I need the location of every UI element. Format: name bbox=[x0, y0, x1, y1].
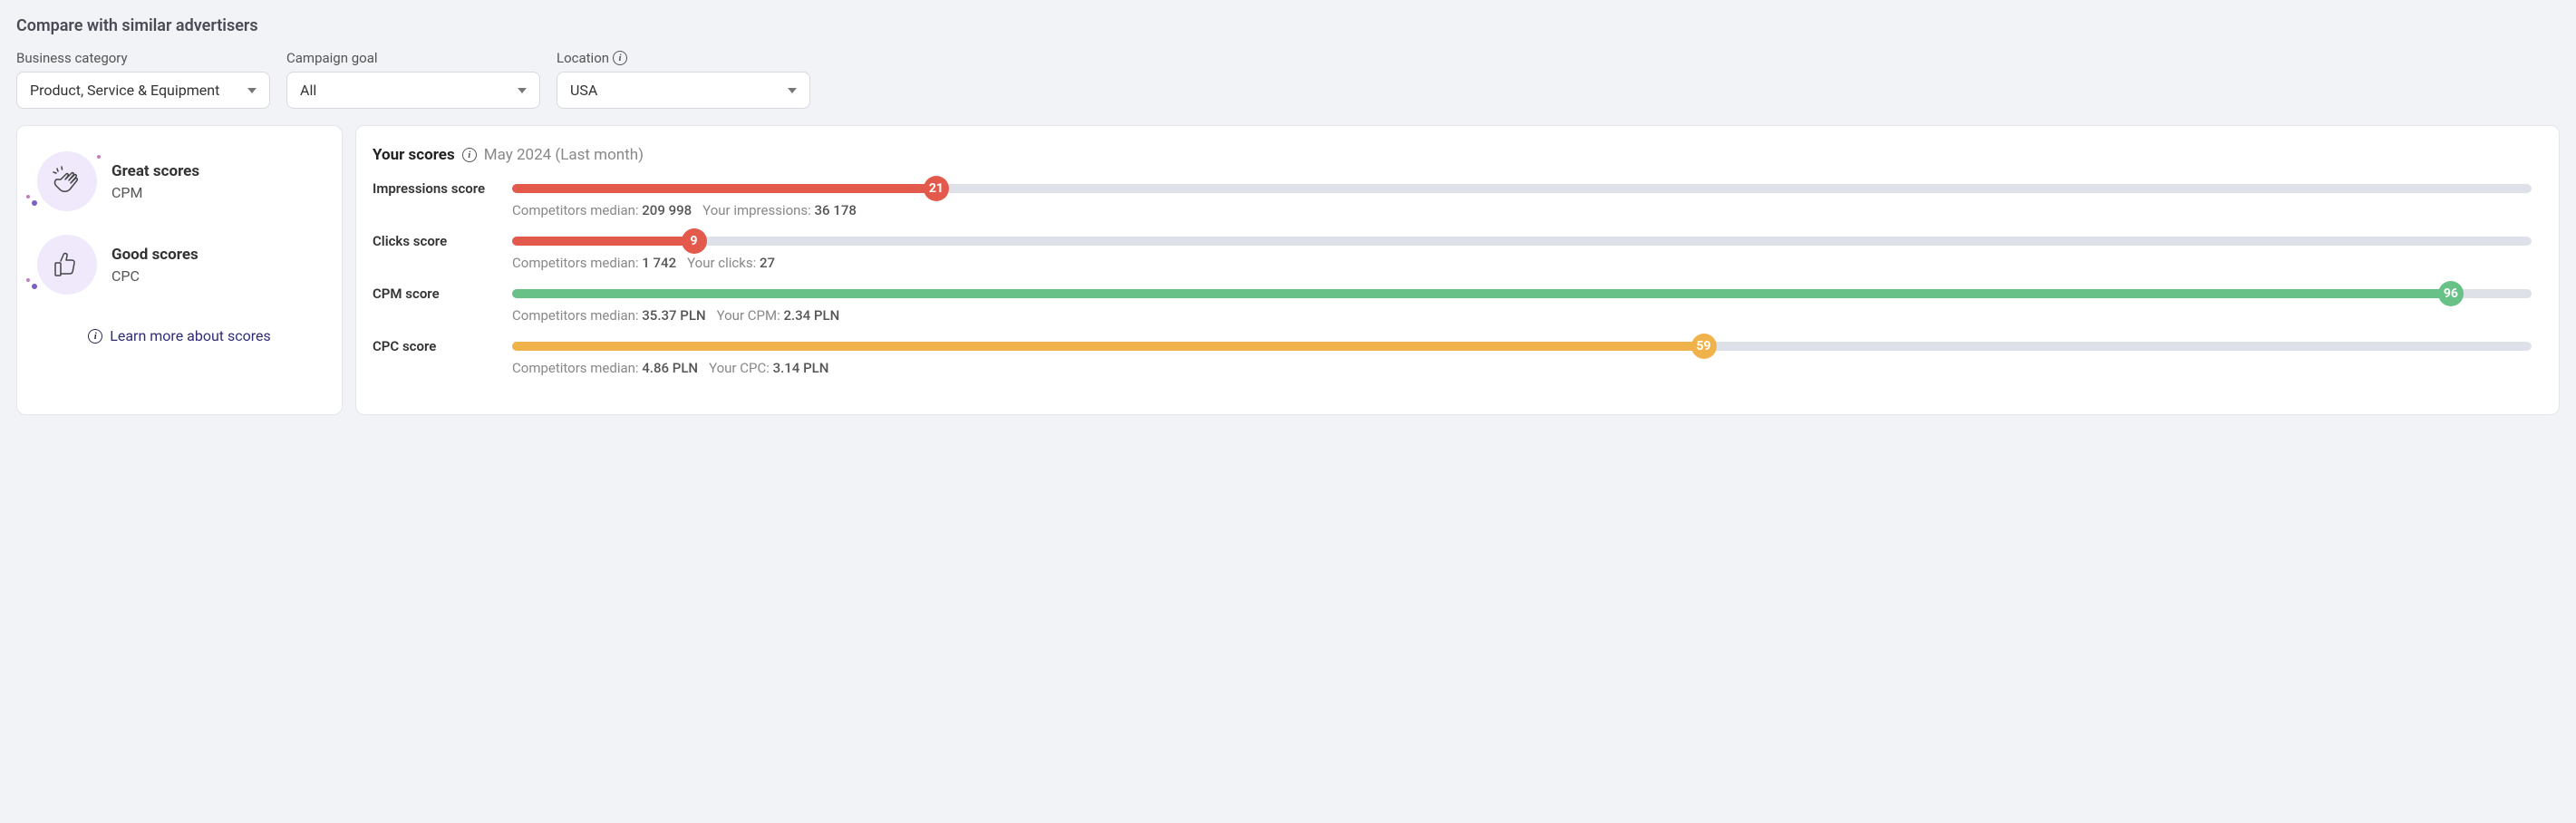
info-icon[interactable]: i bbox=[462, 148, 477, 162]
dropdown-value: All bbox=[300, 82, 316, 99]
score-bar-fill bbox=[512, 184, 936, 193]
score-bar-track: 59 bbox=[512, 342, 2532, 351]
score-row: CPC score 59 bbox=[373, 338, 2532, 354]
filter-label: Campaign goal bbox=[286, 50, 540, 66]
chevron-down-icon bbox=[518, 88, 527, 93]
great-scores-metrics: CPM bbox=[111, 184, 199, 201]
score-badge: 59 bbox=[1690, 334, 1716, 359]
scores-period: May 2024 (Last month) bbox=[484, 146, 644, 164]
score-bar-fill bbox=[512, 342, 1704, 351]
score-row: Impressions score 21 bbox=[373, 180, 2532, 197]
score-name: Clicks score bbox=[373, 233, 499, 249]
score-name: CPC score bbox=[373, 338, 499, 354]
score-bar-track: 21 bbox=[512, 184, 2532, 193]
score-row: CPM score 96 bbox=[373, 286, 2532, 302]
score-badge: 9 bbox=[682, 228, 707, 254]
score-name: Impressions score bbox=[373, 180, 499, 197]
score-bar-track: 9 bbox=[512, 237, 2532, 246]
filter-bar: Business category Product, Service & Equ… bbox=[16, 50, 2560, 109]
filter-campaign-goal: Campaign goal All bbox=[286, 50, 540, 109]
learn-more-link[interactable]: i Learn more about scores bbox=[37, 327, 322, 344]
score-summary-card: Great scores CPM Good scores CPC i Learn… bbox=[16, 125, 343, 415]
score-row: Clicks score 9 bbox=[373, 233, 2532, 249]
section-title: Compare with similar advertisers bbox=[16, 16, 2560, 35]
info-icon: i bbox=[88, 329, 102, 344]
info-icon[interactable]: i bbox=[613, 51, 627, 65]
good-scores-metrics: CPC bbox=[111, 267, 199, 285]
business-category-dropdown[interactable]: Product, Service & Equipment bbox=[16, 72, 270, 109]
filter-label-text: Location bbox=[557, 50, 609, 66]
good-scores-title: Good scores bbox=[111, 246, 199, 264]
great-scores-item: Great scores CPM bbox=[37, 151, 322, 211]
clap-icon bbox=[37, 151, 97, 211]
score-name: CPM score bbox=[373, 286, 499, 302]
chevron-down-icon bbox=[788, 88, 797, 93]
filter-business-category: Business category Product, Service & Equ… bbox=[16, 50, 270, 109]
thumbs-up-icon bbox=[37, 235, 97, 295]
filter-label: Location i bbox=[557, 50, 810, 66]
filter-label: Business category bbox=[16, 50, 270, 66]
location-dropdown[interactable]: USA bbox=[557, 72, 810, 109]
score-subtext: Competitors median: 209 998Your impressi… bbox=[512, 202, 2532, 218]
scores-card: Your scores i May 2024 (Last month) Impr… bbox=[355, 125, 2560, 415]
good-scores-item: Good scores CPC bbox=[37, 235, 322, 295]
score-bar-fill bbox=[512, 237, 694, 246]
great-scores-title: Great scores bbox=[111, 162, 199, 180]
campaign-goal-dropdown[interactable]: All bbox=[286, 72, 540, 109]
score-bar-track: 96 bbox=[512, 289, 2532, 298]
score-subtext: Competitors median: 4.86 PLNYour CPC: 3.… bbox=[512, 360, 2532, 376]
score-subtext: Competitors median: 35.37 PLNYour CPM: 2… bbox=[512, 307, 2532, 324]
dropdown-value: USA bbox=[570, 82, 597, 99]
score-badge: 21 bbox=[924, 176, 949, 201]
scores-header: Your scores i May 2024 (Last month) bbox=[373, 146, 2532, 164]
dropdown-value: Product, Service & Equipment bbox=[30, 82, 219, 99]
score-subtext: Competitors median: 1 742Your clicks: 27 bbox=[512, 255, 2532, 271]
score-bar-fill bbox=[512, 289, 2451, 298]
filter-location: Location i USA bbox=[557, 50, 810, 109]
learn-more-text: Learn more about scores bbox=[110, 327, 271, 344]
score-badge: 96 bbox=[2438, 281, 2464, 306]
scores-title: Your scores bbox=[373, 146, 455, 164]
chevron-down-icon bbox=[247, 88, 257, 93]
